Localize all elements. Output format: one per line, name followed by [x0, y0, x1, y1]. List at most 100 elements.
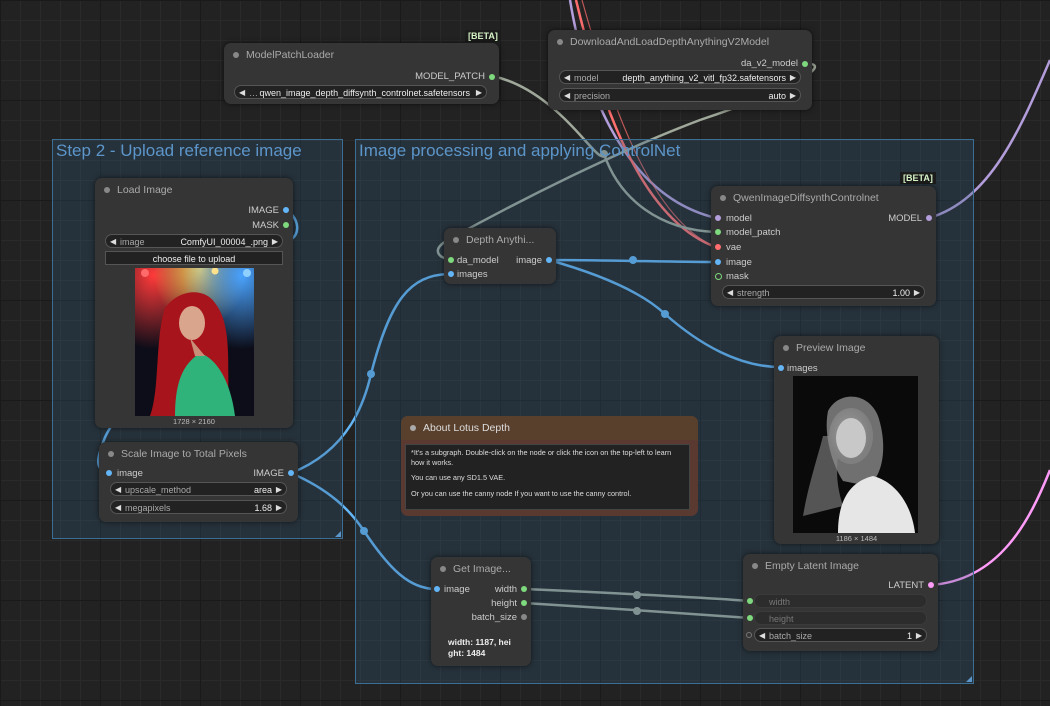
node-title[interactable]: Preview Image: [774, 336, 939, 360]
collapse-dot[interactable]: [108, 451, 114, 457]
input-label: images: [457, 269, 488, 280]
collapse-dot[interactable]: [720, 195, 726, 201]
output-slot-height[interactable]: [521, 600, 527, 606]
node-qwen-controlnet[interactable]: QwenImageDiffsynthControlnet model model…: [711, 186, 936, 306]
upscale-method-select[interactable]: ◀ upscale_method area ▶: [110, 482, 287, 496]
collapse-dot[interactable]: [557, 39, 563, 45]
note-title[interactable]: About Lotus Depth: [401, 416, 698, 440]
node-get-image-size[interactable]: Get Image... image width height batch_si…: [431, 557, 531, 666]
arrow-left-icon[interactable]: ◀: [564, 71, 570, 85]
node-preview-image[interactable]: Preview Image images 1186 × 1484: [774, 336, 939, 544]
output-slot-latent[interactable]: [928, 582, 934, 588]
resize-handle[interactable]: [966, 676, 972, 682]
arrow-left-icon[interactable]: ◀: [239, 86, 245, 100]
note-body[interactable]: *It's a subgraph. Double-click on the no…: [405, 444, 690, 510]
width-input[interactable]: width: [754, 594, 927, 608]
input-label: images: [787, 363, 818, 374]
input-slot-height[interactable]: [747, 615, 753, 621]
output-slot[interactable]: [926, 215, 932, 221]
node-scale-image[interactable]: Scale Image to Total Pixels image IMAGE …: [99, 442, 298, 522]
input-label: mask: [726, 271, 749, 282]
output-label: image: [516, 255, 542, 266]
node-title[interactable]: Scale Image to Total Pixels: [99, 442, 298, 466]
upload-button[interactable]: choose file to upload: [105, 251, 283, 265]
input-slot-mask[interactable]: [715, 273, 722, 280]
node-empty-latent-image[interactable]: Empty Latent Image LATENT width height ◀…: [743, 554, 938, 651]
input-slot-vae[interactable]: [715, 244, 721, 250]
output-slot-batch-size[interactable]: [521, 614, 527, 620]
arrow-left-icon[interactable]: ◀: [115, 483, 121, 497]
node-download-depth-model[interactable]: DownloadAndLoadDepthAnythingV2Model da_v…: [548, 30, 812, 110]
node-depth-anything[interactable]: Depth Anythi... da_model images image: [444, 228, 556, 284]
note-about-lotus-depth[interactable]: About Lotus Depth *It's a subgraph. Doub…: [401, 416, 698, 516]
arrow-left-icon[interactable]: ◀: [110, 235, 116, 249]
output-label: MASK: [252, 220, 279, 231]
resize-handle[interactable]: [335, 531, 341, 537]
input-label: model_patch: [726, 227, 781, 238]
arrow-right-icon[interactable]: ▶: [476, 86, 482, 100]
precision-select[interactable]: ◀ precision auto ▶: [559, 88, 801, 102]
arrow-right-icon[interactable]: ▶: [916, 629, 922, 643]
input-slot-model[interactable]: [715, 215, 721, 221]
input-slot-model-patch[interactable]: [715, 229, 721, 235]
output-label: MODEL_PATCH: [415, 71, 485, 82]
node-title[interactable]: Get Image...: [431, 557, 531, 581]
collapse-dot[interactable]: [440, 566, 446, 572]
input-slot-image[interactable]: [715, 259, 721, 265]
arrow-right-icon[interactable]: ▶: [914, 286, 920, 300]
input-slot-images[interactable]: [778, 365, 784, 371]
collapse-dot[interactable]: [752, 563, 758, 569]
note-line: You can use any SD1.5 VAE.: [411, 473, 506, 482]
collapse-dot[interactable]: [453, 237, 459, 243]
node-title[interactable]: DownloadAndLoadDepthAnythingV2Model: [548, 30, 812, 54]
height-input[interactable]: height: [754, 611, 927, 625]
input-label: da_model: [457, 255, 499, 266]
collapse-dot[interactable]: [410, 425, 416, 431]
output-slot-image[interactable]: [283, 207, 289, 213]
input-slot-da-model[interactable]: [448, 257, 454, 263]
input-slot-images[interactable]: [448, 271, 454, 277]
arrow-left-icon[interactable]: ◀: [564, 89, 570, 103]
node-load-image[interactable]: Load Image IMAGE MASK ◀ image ComfyUI_00…: [95, 178, 293, 428]
node-title[interactable]: Load Image: [95, 178, 293, 202]
output-slot-image[interactable]: [288, 470, 294, 476]
input-slot-width[interactable]: [747, 598, 753, 604]
node-title[interactable]: Empty Latent Image: [743, 554, 938, 578]
input-slot-image[interactable]: [106, 470, 112, 476]
input-slot-batch-size[interactable]: [746, 632, 752, 638]
model-select[interactable]: ◀ model depth_anything_v2_vitl_fp32.safe…: [559, 70, 801, 84]
arrow-left-icon[interactable]: ◀: [115, 501, 121, 515]
batch-size-input[interactable]: ◀ batch_size 1 ▶: [754, 628, 927, 642]
preview-dimensions: 1186 × 1484: [835, 534, 878, 543]
output-slot[interactable]: [802, 61, 808, 67]
node-title[interactable]: QwenImageDiffsynthControlnet: [711, 186, 936, 210]
patch-file-select[interactable]: ◀ … qwen_image_depth_diffsynth_controlne…: [234, 85, 487, 99]
arrow-right-icon[interactable]: ▶: [790, 89, 796, 103]
strength-slider[interactable]: ◀ strength 1.00 ▶: [722, 285, 925, 299]
input-label: image: [117, 468, 143, 479]
input-slot-image[interactable]: [434, 586, 440, 592]
arrow-right-icon[interactable]: ▶: [276, 483, 282, 497]
output-slot-image[interactable]: [546, 257, 552, 263]
output-label: IMAGE: [248, 205, 279, 216]
megapixels-slider[interactable]: ◀ megapixels 1.68 ▶: [110, 500, 287, 514]
arrow-left-icon[interactable]: ◀: [727, 286, 733, 300]
output-slot[interactable]: [489, 74, 495, 80]
collapse-dot[interactable]: [233, 52, 239, 58]
arrow-left-icon[interactable]: ◀: [759, 629, 765, 643]
depth-map-preview: [793, 376, 918, 533]
image-select[interactable]: ◀ image ComfyUI_00004_.png ▶: [105, 234, 283, 248]
output-slot-mask[interactable]: [283, 222, 289, 228]
collapse-dot[interactable]: [783, 345, 789, 351]
arrow-right-icon[interactable]: ▶: [272, 235, 278, 249]
node-title[interactable]: ModelPatchLoader: [224, 43, 499, 67]
group-title: Step 2 - Upload reference image: [56, 141, 302, 160]
arrow-right-icon[interactable]: ▶: [276, 501, 282, 515]
collapse-dot[interactable]: [104, 187, 110, 193]
node-title[interactable]: Depth Anythi...: [444, 228, 556, 252]
arrow-right-icon[interactable]: ▶: [790, 71, 796, 85]
output-label: da_v2_model: [740, 58, 798, 69]
output-slot-width[interactable]: [521, 586, 527, 592]
image-dimensions: 1728 × 2160: [173, 417, 215, 426]
node-model-patch-loader[interactable]: ModelPatchLoader MODEL_PATCH ◀ … qwen_im…: [224, 43, 499, 104]
